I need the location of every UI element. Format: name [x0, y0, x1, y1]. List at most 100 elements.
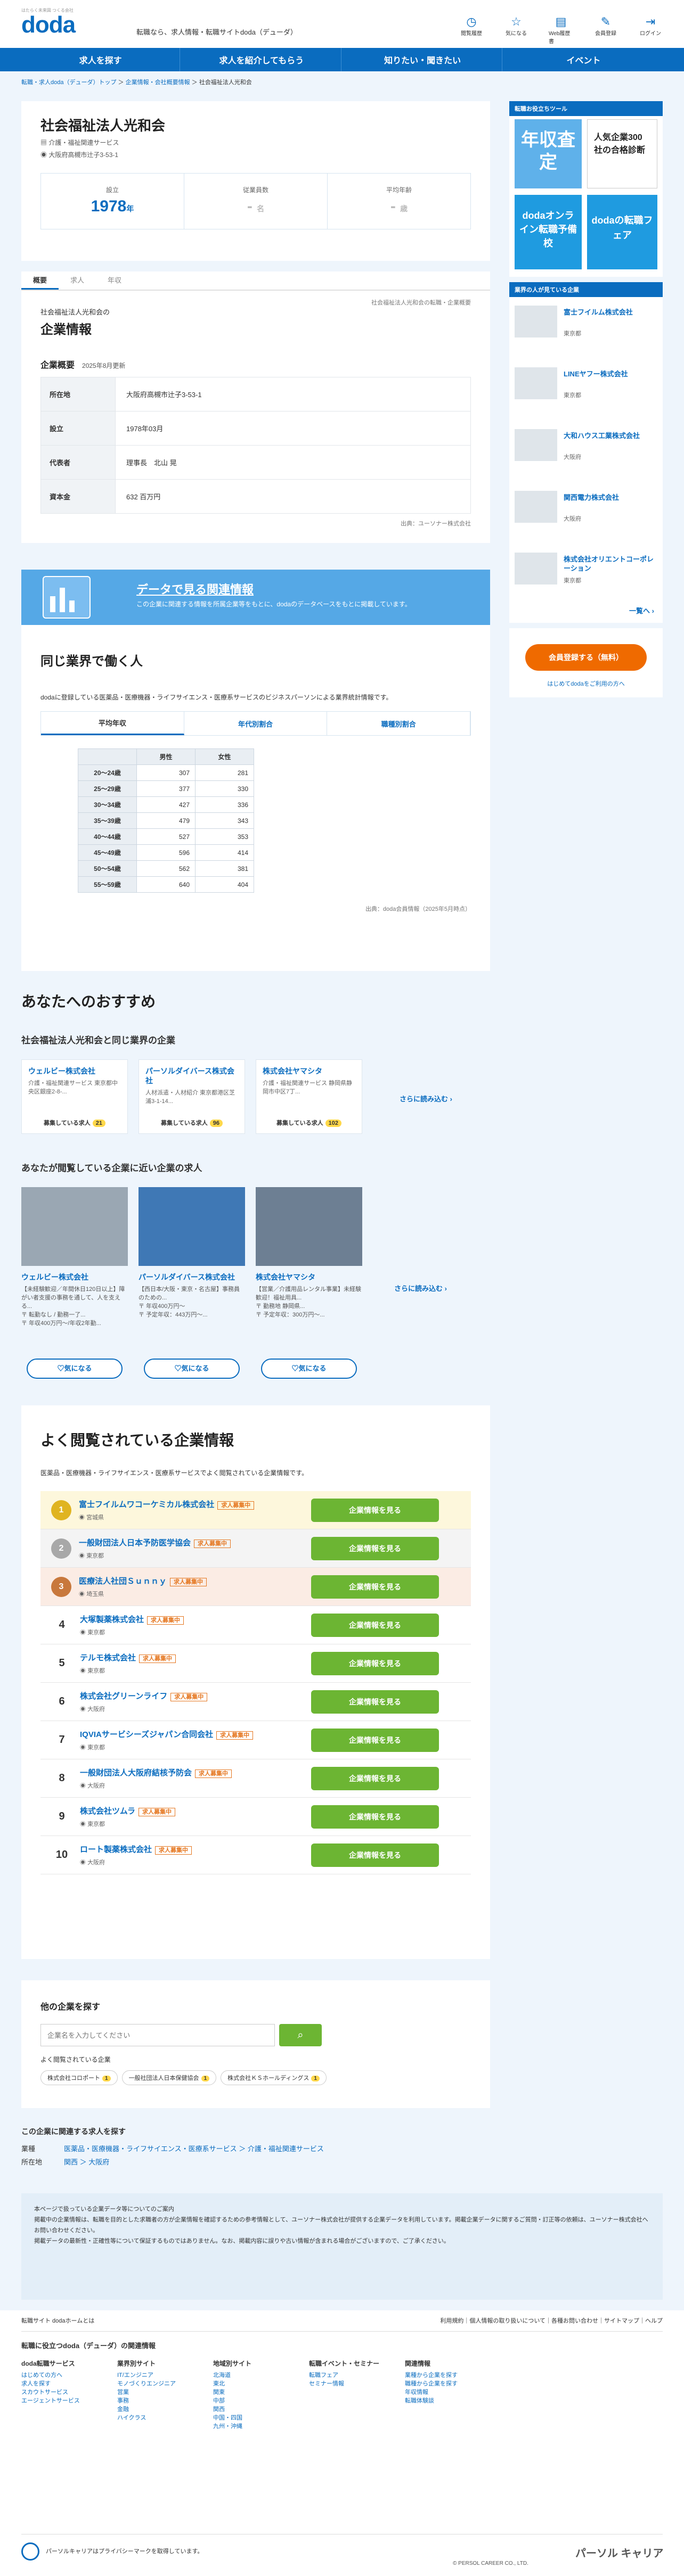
ranking-row[interactable]: 3 医療法人社団Ｓｕｎｎｙ 求人募集中 ◉ 埼玉県 企業情報を見る	[40, 1568, 471, 1606]
breadcrumb-companies[interactable]: 企業情報・会社概要情報	[126, 79, 190, 86]
rank-company-name[interactable]: 株式会社ツムラ	[80, 1807, 135, 1816]
register-sub-link[interactable]: はじめてdodaをご利用の方へ	[509, 679, 663, 688]
tab-overview[interactable]: 概要	[21, 271, 59, 290]
job-company-name[interactable]: ウェルビー株式会社	[21, 1272, 128, 1282]
view-company-button[interactable]: 企業情報を見る	[311, 1843, 439, 1867]
sidebar-company-name[interactable]: 関西電力株式会社	[564, 493, 657, 502]
company-card[interactable]: 株式会社ヤマシタ 介護・福祉関連サービス 静岡県静岡市中区7丁... 募集している求…	[256, 1059, 362, 1134]
salary-check-ad[interactable]: 年収査定	[515, 119, 582, 188]
view-company-button[interactable]: 企業情報を見る	[311, 1536, 439, 1560]
sidebar-company-item[interactable]: 富士フイルム株式会社 東京都	[515, 306, 657, 359]
footer-link[interactable]: 金融	[117, 2405, 176, 2414]
footer-link[interactable]: 事務	[117, 2397, 176, 2405]
footer-link[interactable]: 中国・四国	[213, 2414, 251, 2422]
gnav-item-0[interactable]: 求人を探す	[21, 48, 181, 71]
footer-link[interactable]: エージェントサービス	[21, 2397, 80, 2405]
ranking-row[interactable]: 9 株式会社ツムラ 求人募集中 ◉ 東京都 企業情報を見る	[40, 1798, 471, 1836]
tab-average-salary[interactable]: 平均年収	[41, 712, 184, 735]
ranking-row[interactable]: 10 ロート製薬株式会社 求人募集中 ◉ 大阪府 企業情報を見る	[40, 1836, 471, 1874]
rank-company-name[interactable]: 大塚製薬株式会社	[80, 1615, 144, 1624]
view-company-button[interactable]: 企業情報を見る	[311, 1766, 439, 1790]
rank-company-name[interactable]: 一般財団法人日本予防医学協会	[79, 1538, 191, 1548]
job-card[interactable]: 株式会社ヤマシタ 【営業／介護用品レンタル事業】未経験歓迎！福祉用具... 〒 勤…	[256, 1187, 362, 1379]
view-company-button[interactable]: 企業情報を見る	[311, 1498, 439, 1522]
tab-jobs[interactable]: 求人	[59, 271, 96, 290]
search-button[interactable]: ⌕	[279, 2024, 322, 2046]
ranking-row[interactable]: 2 一般財団法人日本予防医学協会 求人募集中 ◉ 東京都 企業情報を見る	[40, 1529, 471, 1568]
footer-about-link[interactable]: 転職サイト dodaホームとは	[21, 2310, 94, 2331]
job-fair-ad[interactable]: dodaの転職フェア	[587, 195, 657, 269]
footer-link[interactable]: スカウトサービス	[21, 2388, 80, 2397]
breadcrumb-home[interactable]: 転職・求人doda（デューダ）トップ	[21, 79, 116, 86]
edit-button[interactable]: ✎ 会員登録	[593, 15, 618, 45]
footer-link[interactable]: 職種から企業を探す	[405, 2380, 458, 2388]
footer-link[interactable]: 年収情報	[405, 2388, 458, 2397]
data-banner[interactable]: データで見る関連情報 この企業に関連する情報を所属企業等をもとに、dodaのデー…	[21, 570, 490, 625]
footer-link[interactable]: 業種から企業を探す	[405, 2371, 458, 2380]
footer-link[interactable]: IT/エンジニア	[117, 2371, 176, 2380]
ranking-row[interactable]: 6 株式会社グリーンライフ 求人募集中 ◉ 大阪府 企業情報を見る	[40, 1683, 471, 1721]
view-company-button[interactable]: 企業情報を見る	[311, 1651, 439, 1675]
favorite-button[interactable]: ♡気になる	[27, 1359, 123, 1379]
rank-company-name[interactable]: ロート製薬株式会社	[80, 1845, 152, 1854]
popular-company-chip[interactable]: 株式会社ＫＳホールディングス 1	[221, 2070, 327, 2085]
tab-occupation-ratio[interactable]: 職種別割合	[327, 712, 471, 735]
sidebar-company-name[interactable]: 株式会社オリエントコーポレーション	[564, 555, 657, 573]
footer-link[interactable]: はじめての方へ	[21, 2371, 80, 2380]
footer-link[interactable]: モノづくりエンジニア	[117, 2380, 176, 2388]
doda-logo[interactable]: doda	[21, 12, 76, 38]
sidebar-company-name[interactable]: LINEヤフー株式会社	[564, 369, 657, 378]
favorite-button[interactable]: ♡気になる	[144, 1359, 240, 1379]
footer-link[interactable]: 東北	[213, 2380, 251, 2388]
gnav-item-2[interactable]: 知りたい・聞きたい	[344, 48, 502, 71]
star-button[interactable]: ☆ 気になる	[504, 15, 528, 45]
footer-link[interactable]: 転職フェア	[309, 2371, 379, 2380]
view-company-button[interactable]: 企業情報を見る	[311, 1613, 439, 1637]
view-company-button[interactable]: 企業情報を見る	[311, 1575, 439, 1599]
company-card-name[interactable]: パーソルダイバース株式会社	[145, 1066, 238, 1085]
job-company-name[interactable]: 株式会社ヤマシタ	[256, 1272, 362, 1282]
ranking-row[interactable]: 8 一般財団法人大阪府結核予防会 求人募集中 ◉ 大阪府 企業情報を見る	[40, 1759, 471, 1798]
online-school-ad[interactable]: dodaオンライン転職予備校	[515, 195, 582, 269]
view-company-button[interactable]: 企業情報を見る	[311, 1805, 439, 1829]
pass-diagnosis-ad[interactable]: 人気企業300社の合格診断	[587, 119, 657, 188]
sidebar-company-name[interactable]: 富士フイルム株式会社	[564, 308, 657, 317]
ranking-row[interactable]: 5 テルモ株式会社 求人募集中 ◉ 東京都 企業情報を見る	[40, 1644, 471, 1683]
footer-link[interactable]: 関西	[213, 2405, 251, 2414]
more-jobs-link[interactable]: さらに読み込む ›	[394, 1283, 447, 1293]
company-card-name[interactable]: ウェルビー株式会社	[28, 1066, 121, 1076]
footer-link[interactable]: 中部	[213, 2397, 251, 2405]
sidebar-more-link[interactable]: 一覧へ ›	[629, 605, 654, 615]
company-search-input[interactable]	[40, 2024, 275, 2046]
job-company-name[interactable]: パーソルダイバース株式会社	[139, 1272, 245, 1282]
rank-company-name[interactable]: 医療法人社団Ｓｕｎｎｙ	[79, 1577, 167, 1586]
popular-company-chip[interactable]: 株式会社コロポート 1	[40, 2070, 118, 2085]
job-card[interactable]: パーソルダイバース株式会社 【西日本/大阪・東京・名古屋】事務員のための... 〒…	[139, 1187, 245, 1379]
favorite-button[interactable]: ♡気になる	[261, 1359, 357, 1379]
sidebar-company-item[interactable]: 株式会社オリエントコーポレーション 東京都	[515, 553, 657, 606]
job-card[interactable]: ウェルビー株式会社 【未経験歓迎／年間休日120日以上】障がい者支援の事務を通して…	[21, 1187, 128, 1379]
gnav-item-3[interactable]: イベント	[504, 48, 663, 71]
history-button[interactable]: ◷ 閲覧履歴	[459, 15, 484, 45]
rank-company-name[interactable]: 株式会社グリーンライフ	[80, 1692, 167, 1701]
view-company-button[interactable]: 企業情報を見る	[311, 1728, 439, 1752]
more-companies-link[interactable]: さらに読み込む ›	[400, 1093, 452, 1104]
company-card[interactable]: パーソルダイバース株式会社 人材派遣・人材紹介 東京都港区芝浦3-1-14... 募…	[139, 1059, 245, 1134]
footer-link[interactable]: セミナー情報	[309, 2380, 379, 2388]
related-industry-link[interactable]: 医薬品・医療機器・ライフサイエンス・医療系サービス ＞ 介護・福祉関連サービス	[64, 2145, 324, 2153]
tab-salary[interactable]: 年収	[96, 271, 133, 290]
sidebar-company-name[interactable]: 大和ハウス工業株式会社	[564, 431, 657, 440]
login-button[interactable]: ⇥ ログイン	[638, 15, 663, 45]
ranking-row[interactable]: 1 富士フイルムワコーケミカル株式会社 求人募集中 ◉ 宮城県 企業情報を見る	[40, 1491, 471, 1529]
footer-nav[interactable]: 利用規約｜個人情報の取り扱いについて｜各種お問い合わせ｜サイトマップ｜ヘルプ	[440, 2310, 663, 2331]
banner-title[interactable]: データで見る関連情報	[136, 580, 254, 597]
register-button[interactable]: 会員登録する（無料）	[525, 644, 647, 671]
footer-link[interactable]: 北海道	[213, 2371, 251, 2380]
sidebar-company-item[interactable]: LINEヤフー株式会社 東京都	[515, 367, 657, 421]
footer-link[interactable]: 九州・沖縄	[213, 2422, 251, 2431]
related-location-link[interactable]: 関西 ＞ 大阪府	[64, 2158, 109, 2166]
footer-link[interactable]: ハイクラス	[117, 2414, 176, 2422]
company-card[interactable]: ウェルビー株式会社 介護・福祉関連サービス 東京都中央区銀座2-8-... 募集して…	[21, 1059, 128, 1134]
view-company-button[interactable]: 企業情報を見る	[311, 1690, 439, 1714]
ranking-row[interactable]: 4 大塚製薬株式会社 求人募集中 ◉ 東京都 企業情報を見る	[40, 1606, 471, 1644]
